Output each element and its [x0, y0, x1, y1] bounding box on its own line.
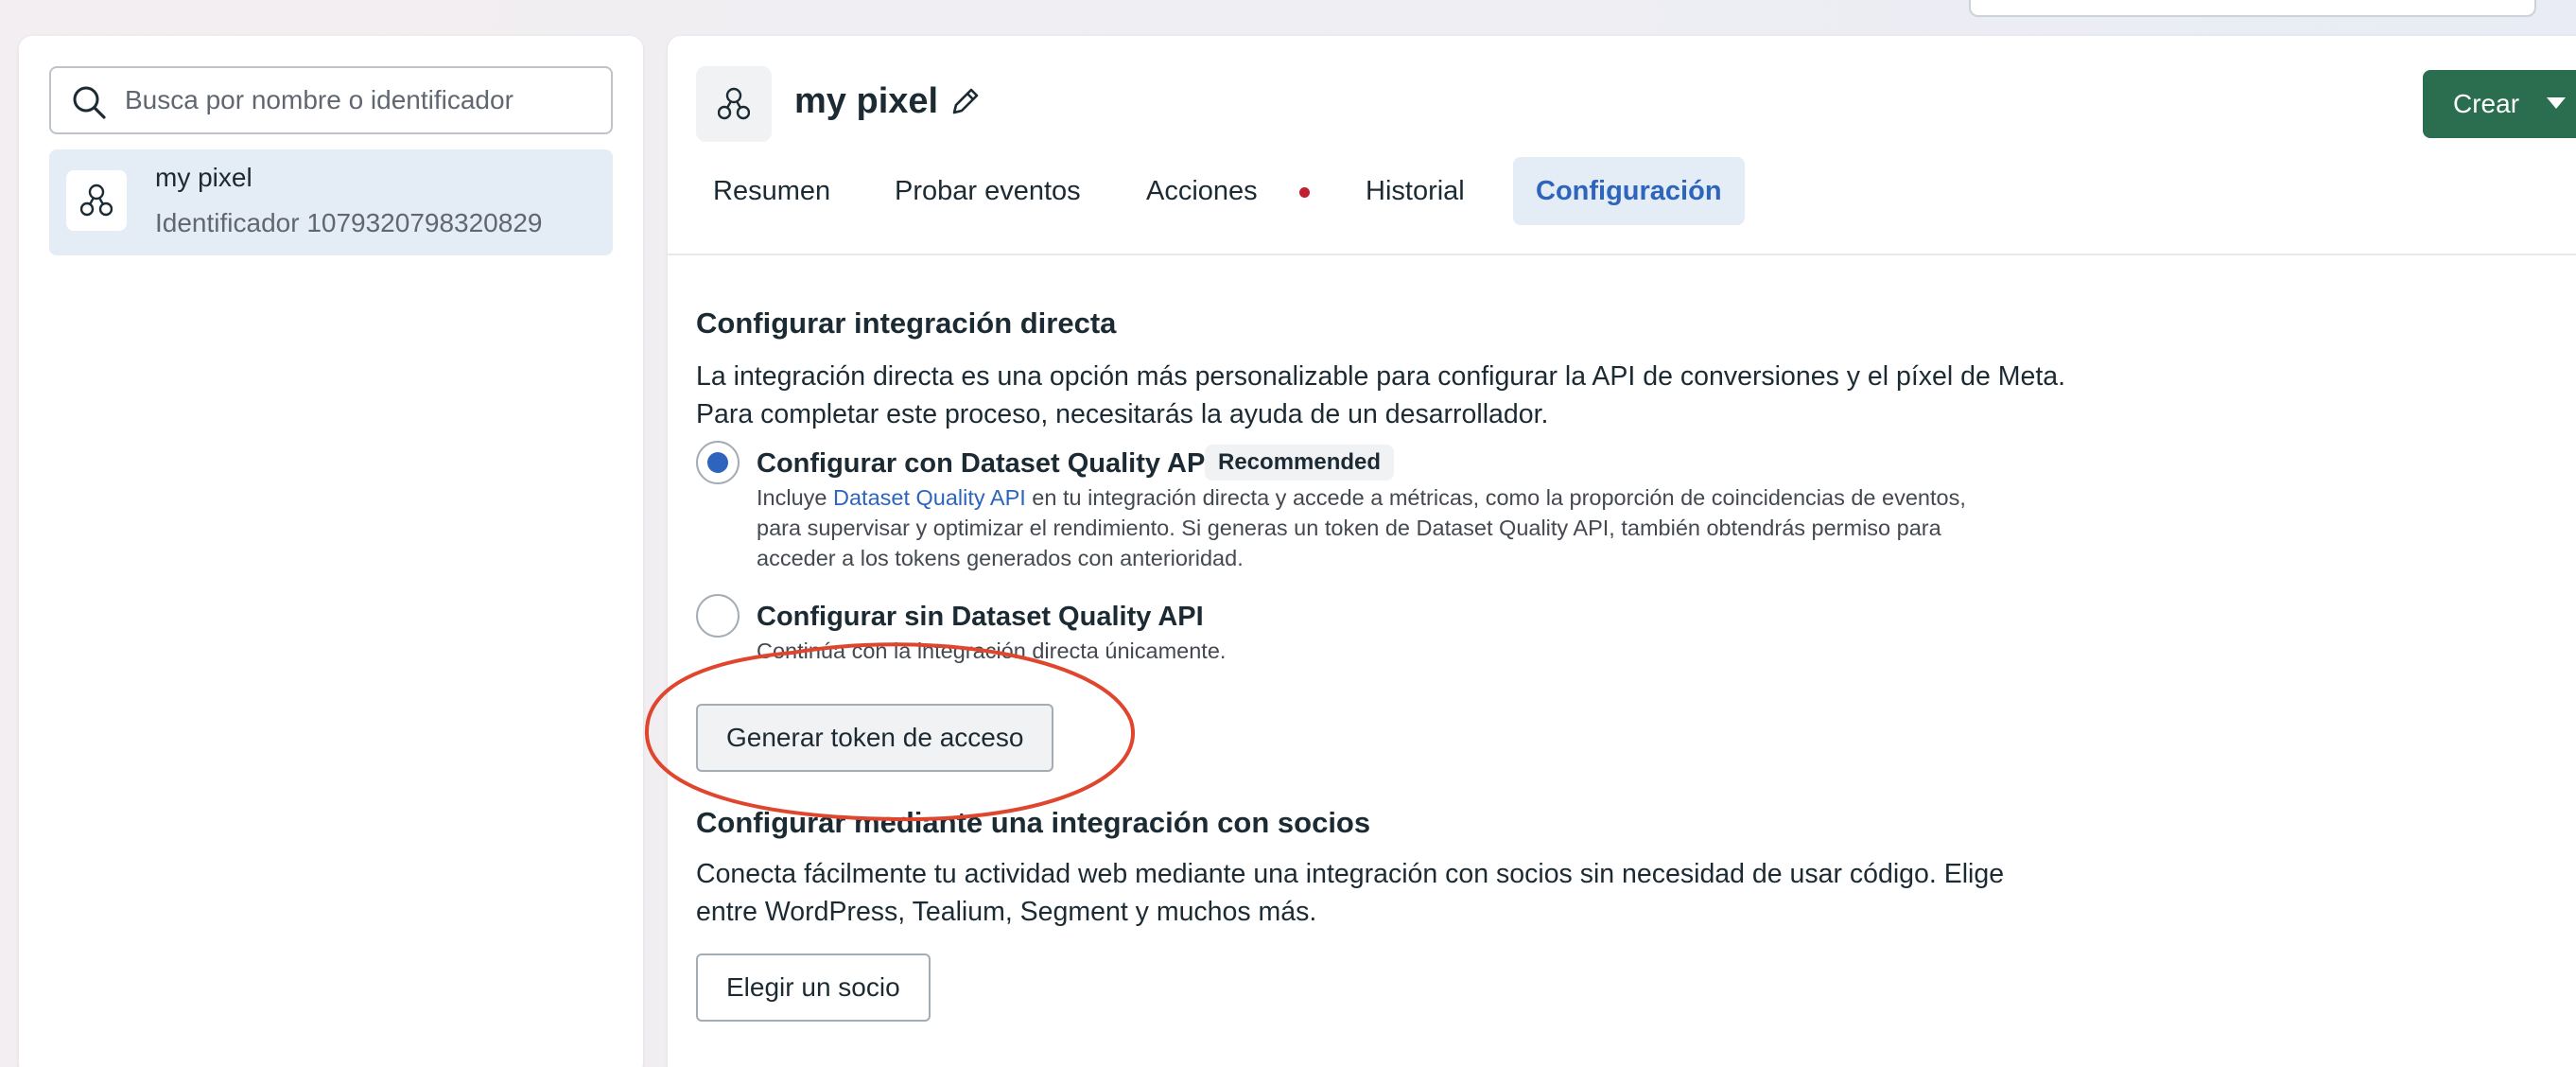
tab-probar-eventos[interactable]: Probar eventos — [872, 157, 1104, 225]
tab-configuracion[interactable]: Configuración — [1513, 157, 1745, 225]
option-without-api-desc: Continúa con la integración directa únic… — [757, 638, 1227, 663]
dataset-name: my pixel — [155, 163, 252, 192]
top-corner-fragment — [2555, 0, 2576, 13]
option-with-api-title: Configurar con Dataset Quality API — [757, 448, 1213, 479]
option-without-api-title: Configurar sin Dataset Quality API — [757, 602, 1204, 632]
dataset-detail-panel: my pixel Crear Resumen Probar eventos Ac… — [668, 36, 2576, 1067]
dataset-list-item[interactable]: my pixel Identificador 1079320798320829 — [49, 149, 613, 255]
option-with-api-desc-line1: Incluye Dataset Quality API en tu integr… — [757, 482, 1966, 513]
top-search-field[interactable] — [1969, 0, 2536, 17]
search-input[interactable] — [125, 81, 598, 119]
pencil-icon[interactable] — [946, 83, 983, 121]
radio-without-dataset-quality-api[interactable] — [696, 594, 740, 638]
recommended-badge: Recommended — [1205, 445, 1395, 481]
generate-access-token-button[interactable]: Generar token de acceso — [696, 704, 1054, 772]
pixel-avatar — [66, 170, 127, 231]
notification-dot — [1299, 187, 1310, 198]
pixel-icon — [718, 87, 750, 120]
partner-integration-title: Configurar mediante una integración con … — [696, 806, 1371, 839]
partner-integration-desc-line1: Conecta fácilmente tu actividad web medi… — [696, 859, 2005, 889]
tab-divider — [668, 254, 2576, 255]
choose-partner-button[interactable]: Elegir un socio — [696, 953, 931, 1022]
radio-with-dataset-quality-api[interactable] — [696, 441, 740, 484]
partner-integration-desc-line2: entre WordPress, Tealium, Segment y much… — [696, 897, 1317, 927]
option-with-api-desc-line2: para supervisar y optimizar el rendimien… — [757, 516, 1941, 540]
create-button-label: Crear — [2453, 89, 2520, 118]
tab-acciones[interactable]: Acciones — [1123, 157, 1280, 225]
create-button[interactable]: Crear — [2423, 70, 2576, 138]
direct-integration-title: Configurar integración directa — [696, 306, 1117, 340]
page-title: my pixel — [794, 81, 939, 121]
desc-prefix: Incluye — [757, 485, 833, 510]
search-box[interactable] — [49, 66, 613, 134]
tab-historial[interactable]: Historial — [1343, 157, 1488, 225]
dataset-identifier: Identificador 1079320798320829 — [155, 208, 543, 237]
direct-integration-desc-line1: La integración directa es una opción más… — [696, 361, 2066, 392]
search-icon — [73, 86, 106, 119]
dataset-quality-api-link[interactable]: Dataset Quality API — [833, 485, 1026, 510]
header-pixel-icon-box — [696, 66, 772, 142]
pixel-icon — [80, 184, 113, 217]
caret-down-icon — [2547, 97, 2566, 109]
direct-integration-desc-line2: Para completar este proceso, necesitarás… — [696, 399, 1549, 429]
dataset-sidebar: my pixel Identificador 1079320798320829 — [19, 36, 643, 1067]
tab-resumen[interactable]: Resumen — [690, 157, 853, 225]
option-with-api-desc-line3: acceder a los tokens generados con anter… — [757, 546, 1244, 570]
desc-line1-rest: en tu integración directa y accede a mét… — [1025, 485, 1966, 510]
